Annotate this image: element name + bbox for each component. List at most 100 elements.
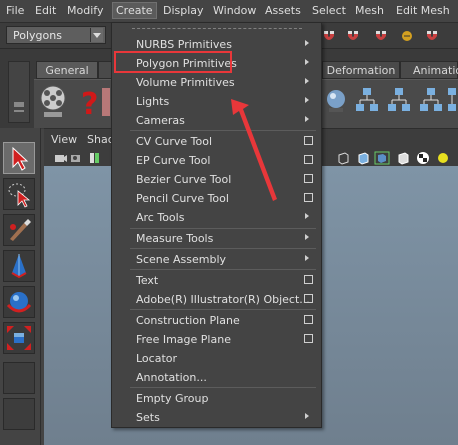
wireframe-cube-icon[interactable] [336,151,350,165]
svg-text:?: ? [81,87,98,120]
magnet-snap-icon[interactable] [374,29,388,43]
last-tool-button[interactable] [3,362,35,394]
checker-icon[interactable] [416,151,430,165]
menu-item-label: Lights [136,95,170,108]
menu-item-label: EP Curve Tool [136,154,211,167]
menu-modify[interactable]: Modify [67,4,103,17]
menu-item-cameras[interactable]: Cameras [112,111,321,130]
option-box-icon [304,136,313,145]
menu-item-label: Sets [136,411,160,424]
menu-item-lights[interactable]: Lights [112,92,321,111]
menu-set-dropdown[interactable]: Polygons [6,26,106,44]
menu-item-label: Adobe(R) Illustrator(R) Object... [136,293,310,306]
highlight-box [114,51,232,73]
menu-item-measure-tools[interactable]: Measure Tools [112,229,321,248]
select-tool-button[interactable] [3,142,35,174]
menu-separator [130,248,316,249]
textured-icon[interactable] [396,151,410,165]
menu-item-annotation[interactable]: Annotation... [112,368,321,387]
lasso-tool-button[interactable] [3,178,35,210]
camera-icon[interactable] [54,151,68,165]
menu-item-label: Pencil Curve Tool [136,192,229,205]
submenu-arrow-icon [305,234,309,240]
scale-tool-button[interactable] [3,322,35,354]
menu-edit-mesh[interactable]: Edit Mesh [396,4,450,17]
menu-item-text[interactable]: Text [112,271,321,290]
menu-set-value: Polygons [13,29,62,42]
menu-item-cv-curve-tool[interactable]: CV Curve Tool [112,132,321,151]
create-menu-dropdown: NURBS Primitives Polygon Primitives Volu… [111,22,322,428]
menu-select[interactable]: Select [312,4,346,17]
chevron-down-icon [90,28,103,42]
menu-item-sets[interactable]: Sets [112,408,321,427]
option-box-icon [304,155,313,164]
hierarchy-icon[interactable] [418,86,444,116]
menu-item-bezier-curve-tool[interactable]: Bezier Curve Tool [112,170,321,189]
wireframe-on-shaded-icon[interactable] [374,151,390,165]
option-box-icon [304,334,313,343]
tab-animation[interactable]: Animation [400,61,458,79]
menu-separator [130,387,316,388]
lighting-icon[interactable] [436,151,450,165]
magnet-snap-icon[interactable] [400,29,414,43]
menu-item-label: CV Curve Tool [136,135,213,148]
menu-window[interactable]: Window [213,4,256,17]
empty-tool-slot [3,398,35,430]
rotate-tool-icon [6,292,32,313]
submenu-arrow-icon [305,59,309,65]
option-box-icon [304,275,313,284]
paint-tool-button[interactable] [3,214,35,246]
menu-item-pencil-curve-tool[interactable]: Pencil Curve Tool [112,189,321,208]
menu-edit[interactable]: Edit [35,4,56,17]
tab-deformation[interactable]: Deformation [322,61,400,79]
menu-separator [130,309,316,310]
menu-create[interactable]: Create [112,2,157,19]
menu-item-adobe-illustrator-object[interactable]: Adobe(R) Illustrator(R) Object... [112,290,321,309]
smooth-shade-icon[interactable] [356,151,370,165]
menu-item-locator[interactable]: Locator [112,349,321,368]
menu-item-ep-curve-tool[interactable]: EP Curve Tool [112,151,321,170]
menu-item-scene-assembly[interactable]: Scene Assembly [112,250,321,269]
option-box-icon [304,315,313,324]
menu-item-label: Arc Tools [136,211,185,224]
menu-display[interactable]: Display [163,4,204,17]
magnet-snap-icon[interactable] [425,29,439,43]
magnet-snap-icon[interactable] [322,29,336,43]
menu-item-label: Construction Plane [136,314,240,327]
menu-item-empty-group[interactable]: Empty Group [112,389,321,408]
menu-item-label: NURBS Primitives [136,38,232,51]
shelf-handle[interactable] [8,61,30,123]
option-box-icon [304,294,313,303]
menu-item-construction-plane[interactable]: Construction Plane [112,311,321,330]
shelf-tool-icon[interactable] [102,88,110,116]
menu-item-free-image-plane[interactable]: Free Image Plane [112,330,321,349]
hierarchy-icon[interactable] [354,86,380,116]
panel-menu-view[interactable]: View [51,133,77,146]
sphere-icon[interactable] [325,88,347,114]
menu-mesh[interactable]: Mesh [355,4,384,17]
camera-attributes-icon[interactable] [70,151,84,165]
render-icon[interactable] [38,84,68,120]
menu-item-volume-primitives[interactable]: Volume Primitives [112,73,321,92]
toolbox [0,128,41,445]
menu-file[interactable]: File [6,4,24,17]
tab-general[interactable]: General [36,61,98,79]
move-tool-button[interactable] [3,250,35,282]
option-box-icon [304,193,313,202]
hierarchy-icon[interactable] [386,86,412,116]
menu-item-arc-tools[interactable]: Arc Tools [112,208,321,227]
menu-assets[interactable]: Assets [265,4,301,17]
help-icon[interactable]: ? [78,84,98,120]
menu-item-label: Scene Assembly [136,253,227,266]
hierarchy-icon[interactable] [446,86,458,116]
menu-item-label: Bezier Curve Tool [136,173,232,186]
menu-tearoff-line[interactable] [132,28,302,29]
menu-separator [130,130,316,131]
lasso-tool-icon [8,183,31,208]
magnet-snap-icon[interactable] [346,29,360,43]
scale-tool-icon [7,326,31,350]
tab-curves[interactable] [98,61,112,79]
bookmark-icon[interactable] [88,151,102,165]
submenu-arrow-icon [305,413,309,419]
rotate-tool-button[interactable] [3,286,35,318]
